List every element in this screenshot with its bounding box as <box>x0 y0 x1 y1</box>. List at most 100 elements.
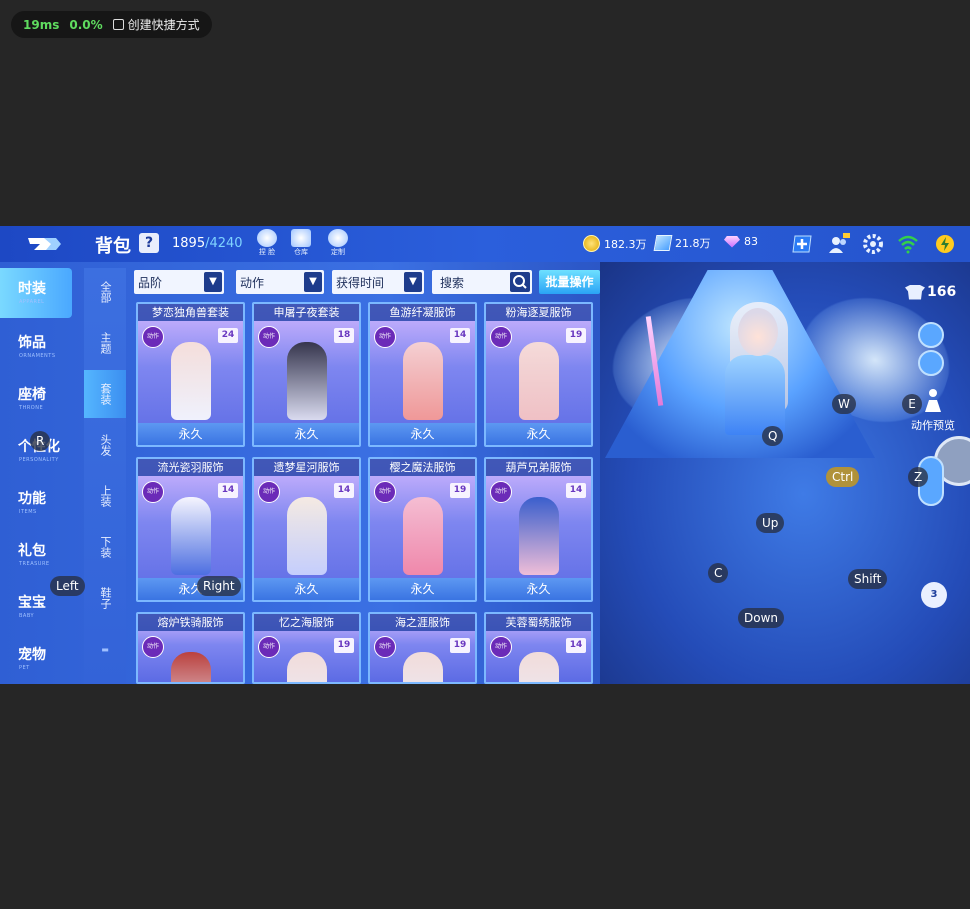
nav-sublabel: THRONE <box>19 405 44 411</box>
outfit-preview <box>519 497 559 575</box>
character-bodice <box>725 355 785 435</box>
create-shortcut-button[interactable]: 创建快捷方式 <box>112 16 200 33</box>
help-button[interactable]: ? <box>139 233 159 253</box>
tab-tops[interactable]: 上装 <box>84 472 126 520</box>
action-badge: 动作 <box>258 481 280 503</box>
action-filter-label: 动作 <box>240 275 265 290</box>
nav-item-pet[interactable]: 宠物 PET <box>0 634 72 684</box>
level-badge: 14 <box>334 483 354 498</box>
search-icon[interactable] <box>510 272 530 292</box>
custom-button[interactable]: 定制 <box>325 229 351 259</box>
friends-icon[interactable] <box>828 233 850 255</box>
warehouse-label: 仓库 <box>294 248 308 256</box>
key-hint-right: Right <box>197 576 241 596</box>
outfit-preview <box>171 497 211 575</box>
nav-sublabel: ORNAMENTS <box>19 353 56 359</box>
key-hint-e: E <box>902 394 922 414</box>
tab-bottoms[interactable]: 下装 <box>84 523 126 571</box>
action-badge: 动作 <box>490 481 512 503</box>
face-edit-icon <box>257 229 277 247</box>
nav-item-treasure[interactable]: 礼包 TREASURE <box>0 530 72 580</box>
outfit-preview <box>287 342 327 420</box>
settings-gear-icon[interactable] <box>862 233 884 255</box>
outfit-name: 流光瓷羽服饰 <box>138 459 243 476</box>
outfit-card[interactable]: 申屠子夜套装 动作 18 永久 <box>252 302 361 447</box>
nav-sublabel: PERSONALITY <box>19 457 59 463</box>
level-badge: 19 <box>450 483 470 498</box>
diamond-currency[interactable]: 83 <box>724 235 758 248</box>
category-nav: 时装 APPAREL 饰品 ORNAMENTS 座椅 THRONE 个性化 PE… <box>0 268 72 684</box>
outfit-card[interactable]: 遗梦星河服饰 动作 14 永久 <box>252 457 361 602</box>
nav-label: 座椅 <box>18 387 46 403</box>
custom-label: 定制 <box>331 248 345 256</box>
outfit-preview <box>403 342 443 420</box>
battery-icon <box>936 235 954 253</box>
cpu-percent: 0.0% <box>69 17 103 32</box>
outfit-name: 海之涯服饰 <box>370 614 475 631</box>
crystal-currency[interactable]: 21.8万 <box>653 235 711 251</box>
tab-suits[interactable]: 套装 <box>84 370 126 418</box>
action-filter[interactable]: 动作 ▼ <box>236 270 324 294</box>
outfit-card[interactable]: 粉海逐夏服饰 动作 19 永久 <box>484 302 593 447</box>
key-hint-shift: Shift <box>848 569 888 589</box>
gold-currency[interactable]: 182.3万 <box>583 235 647 252</box>
tab-shoes[interactable]: 鞋子 <box>84 574 126 622</box>
outfit-card[interactable]: 芙蓉蜀绣服饰 动作 14 <box>484 612 593 684</box>
level-badge: 19 <box>566 328 586 343</box>
search-input[interactable]: 搜索 <box>432 270 532 294</box>
outfit-card[interactable]: 熔炉铁骑服饰 动作 <box>136 612 245 684</box>
outfit-count-badge[interactable]: 3 <box>921 582 947 608</box>
gold-amount: 182.3万 <box>604 237 647 251</box>
nav-label: 时装 <box>18 281 46 297</box>
chevron-down-icon: ▼ <box>404 272 422 292</box>
add-currency-icon[interactable] <box>791 233 813 255</box>
key-hint-up: Up <box>756 513 785 533</box>
top-bar: 背包 ? 1895/4240 捏 脸 仓库 定制 182.3万 21.8万 83 <box>0 226 970 262</box>
outfit-name: 熔炉铁骑服饰 <box>138 614 243 631</box>
chevron-down-icon: ▼ <box>304 272 322 292</box>
obtain-time-label: 获得时间 <box>336 275 385 290</box>
nav-item-items[interactable]: 功能 ITEMS <box>0 478 72 528</box>
gold-coin-icon <box>583 235 600 252</box>
page-title: 背包 <box>95 236 131 257</box>
key-hint-ctrl: Ctrl <box>826 467 860 487</box>
outfit-card[interactable]: 葫芦兄弟服饰 动作 14 永久 <box>484 457 593 602</box>
duration-label: 永久 <box>370 423 475 445</box>
outfit-name: 忆之海服饰 <box>254 614 359 631</box>
outfit-name: 樱之魔法服饰 <box>370 459 475 476</box>
duration-label: 永久 <box>254 423 359 445</box>
quality-filter[interactable]: 品阶 ▼ <box>134 270 224 294</box>
music-icon[interactable] <box>918 350 944 376</box>
nav-item-ornaments[interactable]: 饰品 ORNAMENTS <box>0 322 72 372</box>
nav-item-throne[interactable]: 座椅 THRONE <box>0 374 72 424</box>
outfit-preview <box>403 497 443 575</box>
outfit-card[interactable]: 海之涯服饰 动作 19 <box>368 612 477 684</box>
level-badge: 19 <box>450 638 470 653</box>
nav-label: 宝宝 <box>18 595 46 611</box>
warehouse-button[interactable]: 仓库 <box>288 229 314 259</box>
bag-capacity: 1895/4240 <box>172 236 243 251</box>
obtain-time-filter[interactable]: 获得时间 ▼ <box>332 270 424 294</box>
outfit-card[interactable]: 忆之海服饰 动作 19 <box>252 612 361 684</box>
duration-label: 永久 <box>254 578 359 600</box>
vehicle-icon[interactable] <box>918 322 944 348</box>
action-badge: 动作 <box>142 326 164 348</box>
back-logo-icon[interactable] <box>26 234 62 254</box>
outfit-card[interactable]: 樱之魔法服饰 动作 19 永久 <box>368 457 477 602</box>
level-badge: 18 <box>334 328 354 343</box>
face-edit-button[interactable]: 捏 脸 <box>254 229 280 259</box>
outfit-name: 芙蓉蜀绣服饰 <box>486 614 591 631</box>
tab-more[interactable]: ▬ <box>84 625 126 673</box>
key-hint-left: Left <box>50 576 85 596</box>
key-hint-down: Down <box>738 608 785 628</box>
outfit-card[interactable]: 鱼游纤凝服饰 动作 14 永久 <box>368 302 477 447</box>
tab-hair[interactable]: 头发 <box>84 421 126 469</box>
tab-all[interactable]: 全部 <box>84 268 126 316</box>
nav-item-apparel[interactable]: 时装 APPAREL <box>0 268 72 318</box>
crystal-amount: 21.8万 <box>675 237 711 250</box>
tab-theme[interactable]: 主题 <box>84 319 126 367</box>
outfit-card[interactable]: 梦恋独角兽套装 动作 24 永久 <box>136 302 245 447</box>
duration-label: 永久 <box>370 578 475 600</box>
capacity-max: /4240 <box>205 236 243 251</box>
batch-operation-button[interactable]: 批量操作 <box>539 270 600 294</box>
